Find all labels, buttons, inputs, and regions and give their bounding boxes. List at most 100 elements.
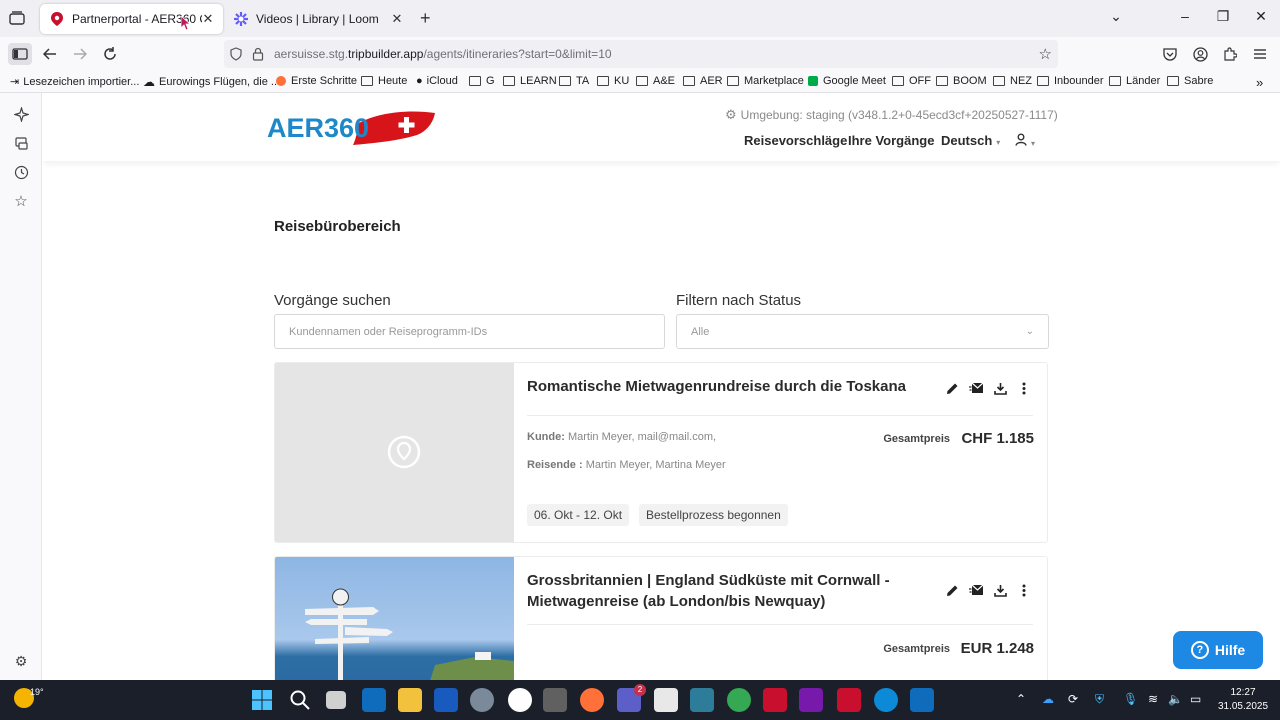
sidebar-toggle-icon[interactable] (8, 43, 32, 65)
extensions-icon[interactable] (1218, 43, 1242, 65)
virtualbox-icon[interactable] (654, 688, 678, 712)
edge-icon[interactable] (874, 688, 898, 712)
bookmark-ae[interactable]: A&E (636, 75, 675, 87)
sidebar-settings-icon[interactable]: ⚙ (12, 652, 30, 670)
shield-icon[interactable] (230, 47, 242, 66)
more-bookmarks-icon[interactable]: » (1256, 75, 1263, 90)
tab-partnerportal[interactable]: Partnerportal - AER360 CH ✕ (40, 4, 223, 34)
language-dropdown[interactable]: Deutsch ▾ (941, 133, 1000, 148)
bookmark-import[interactable]: ⇥ Lesezeichen importier... (10, 75, 139, 89)
start-icon[interactable] (250, 688, 274, 712)
download-icon[interactable] (991, 379, 1009, 397)
bookmark-g[interactable]: G (469, 75, 495, 87)
edit-icon[interactable] (943, 581, 961, 599)
synced-tabs-icon[interactable] (12, 134, 30, 152)
menu-icon[interactable] (1248, 43, 1272, 65)
download-icon[interactable] (991, 581, 1009, 599)
word-icon[interactable] (434, 688, 458, 712)
bookmark-learn[interactable]: LEARN (503, 75, 557, 87)
app-icon[interactable] (508, 688, 532, 712)
maximize-icon[interactable]: ❐ (1213, 8, 1233, 25)
url-bar[interactable]: aersuisse.stg.tripbuilder.app/agents/iti… (224, 40, 1058, 68)
teams-icon[interactable]: 2 (617, 684, 646, 712)
security-shield-icon[interactable]: ⛨ (1095, 692, 1104, 707)
bookmark-ku[interactable]: KU (597, 75, 629, 87)
battery-icon[interactable]: ▭ (1190, 692, 1201, 706)
bookmark-aer[interactable]: AER (683, 75, 723, 87)
search-icon[interactable] (288, 688, 312, 712)
status-filter-select[interactable]: Alle ⌄ (676, 314, 1049, 349)
forward-icon[interactable] (68, 43, 92, 65)
send-mail-icon[interactable] (967, 379, 985, 397)
user-menu[interactable]: ▾ (1015, 133, 1035, 149)
pocket-icon[interactable] (1158, 43, 1182, 65)
bookmark-nez[interactable]: NEZ (993, 75, 1032, 87)
system-clock[interactable]: 12:27 31.05.2025 (1212, 686, 1274, 714)
bookmark-marketplace[interactable]: Marketplace (727, 75, 804, 87)
lock-icon[interactable] (252, 47, 264, 66)
help-button[interactable]: ? Hilfe (1173, 631, 1263, 669)
wifi-icon[interactable]: ≋ (1148, 692, 1158, 706)
tab-list-icon[interactable] (6, 8, 28, 28)
notepad-icon[interactable] (690, 688, 714, 712)
total-price: EUR 1.248 (960, 640, 1034, 657)
bookmark-erste-schritte[interactable]: Erste Schritte (276, 75, 357, 87)
new-tab-icon[interactable]: + (420, 8, 431, 29)
weather-widget[interactable]: 19° (14, 687, 44, 708)
search-input[interactable]: Kundennamen oder Reiseprogramm-IDs (274, 314, 665, 349)
bookmark-inbounder[interactable]: Inbounder (1037, 75, 1104, 87)
microphone-icon[interactable]: 🎙 (1123, 692, 1138, 706)
red-app-icon[interactable] (837, 688, 861, 712)
itinerary-title[interactable]: Romantische Mietwagenrundreise durch die… (527, 376, 906, 397)
bookmark-laender[interactable]: Länder (1109, 75, 1160, 87)
account-icon[interactable] (1188, 43, 1212, 65)
onedrive-icon[interactable]: ☁ (1042, 692, 1054, 706)
itinerary-title[interactable]: Grossbritannien | England Südküste mit C… (527, 570, 890, 612)
close-window-icon[interactable]: ✕ (1251, 8, 1271, 25)
more-options-icon[interactable] (1015, 581, 1033, 599)
ai-chatbot-icon[interactable] (12, 105, 30, 123)
send-mail-icon[interactable] (967, 581, 985, 599)
nav-ihre-vorgaenge[interactable]: Ihre Vorgänge (848, 133, 934, 148)
list-all-tabs-icon[interactable]: ⌄ (1106, 8, 1126, 25)
bookmark-heute[interactable]: Heute (361, 75, 407, 87)
close-tab-icon[interactable]: ✕ (390, 11, 404, 27)
firefox-taskbar-icon[interactable] (580, 688, 604, 712)
calculator-icon[interactable] (543, 688, 567, 712)
edit-icon[interactable] (943, 379, 961, 397)
sync-icon[interactable]: ⟳ (1068, 692, 1078, 706)
onenote-icon[interactable] (799, 688, 823, 712)
back-icon[interactable] (38, 43, 62, 65)
bookmarks-star-icon[interactable]: ☆ (12, 192, 30, 210)
bookmark-sabre[interactable]: Sabre (1167, 75, 1213, 87)
reload-icon[interactable] (98, 43, 122, 65)
red-app-icon[interactable] (763, 688, 787, 712)
outlook-icon[interactable] (362, 688, 386, 712)
show-hidden-icons-icon[interactable]: ⌃ (1016, 692, 1026, 706)
settings-icon[interactable] (470, 688, 494, 712)
close-tab-icon[interactable]: ✕ (201, 11, 215, 27)
bookmark-eurowings[interactable]: ☁ Eurowings Flügen, die ... (143, 75, 280, 89)
itinerary-card[interactable]: Romantische Mietwagenrundreise durch die… (274, 362, 1048, 543)
history-icon[interactable] (12, 163, 30, 181)
tab-loom[interactable]: Videos | Library | Loom ✕ (224, 4, 412, 34)
task-view-icon[interactable] (326, 691, 346, 709)
file-explorer-icon[interactable] (398, 688, 422, 712)
aer360-logo[interactable]: AER360 (267, 107, 439, 149)
volume-icon[interactable]: 🔈 (1168, 692, 1183, 706)
bookmark-ta[interactable]: TA (559, 75, 589, 87)
chrome-icon[interactable] (727, 688, 751, 712)
bookmark-google-meet[interactable]: Google Meet (808, 75, 886, 87)
itinerary-card[interactable]: Grossbritannien | England Südküste mit C… (274, 556, 1048, 680)
bookmark-star-icon[interactable]: ☆ (1039, 45, 1052, 63)
bookmark-boom[interactable]: BOOM (936, 75, 987, 87)
url-text[interactable]: aersuisse.stg.tripbuilder.app/agents/iti… (274, 47, 612, 61)
apple-icon: ● (416, 75, 423, 87)
bookmark-icloud[interactable]: ● iCloud (416, 75, 458, 87)
more-options-icon[interactable] (1015, 379, 1033, 397)
minimize-icon[interactable]: – (1175, 8, 1195, 24)
outlook-new-icon[interactable] (910, 688, 934, 712)
nav-reisevorschlaege[interactable]: Reisevorschläge (744, 133, 847, 148)
card-actions (943, 581, 1033, 599)
bookmark-off[interactable]: OFF (892, 75, 931, 87)
